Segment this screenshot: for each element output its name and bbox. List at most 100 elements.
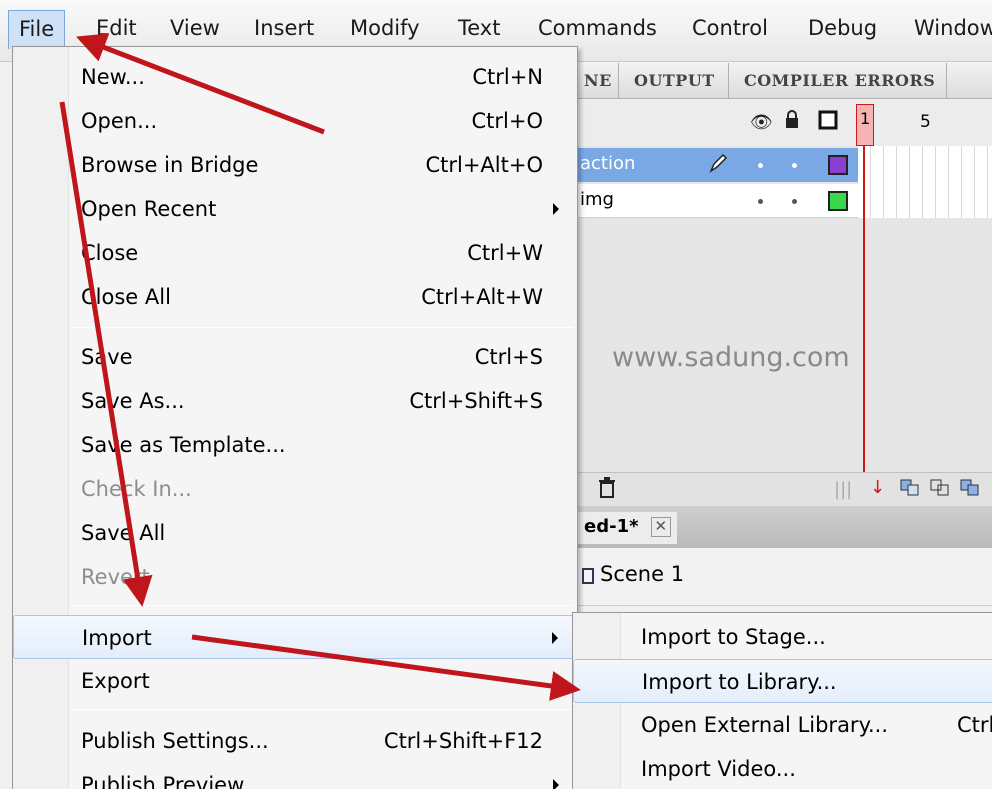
menu-item-import-to-library[interactable]: Import to Library... [573, 659, 992, 703]
menu-item-label: Open Recent [81, 197, 217, 221]
menu-item-label: Save As... [81, 389, 185, 413]
menu-item-close-all[interactable]: Close All Ctrl+Alt+W [13, 275, 577, 319]
tab-divider [946, 63, 947, 99]
tab-divider [618, 63, 619, 99]
menu-window[interactable]: Window [914, 16, 992, 40]
frame-grid[interactable] [858, 146, 992, 218]
onion-skin-icon[interactable] [900, 479, 920, 502]
menu-item-label: Save All [81, 521, 166, 545]
menu-item-save-as-template[interactable]: Save as Template... [13, 423, 577, 467]
menu-item-label: Browse in Bridge [81, 153, 259, 177]
menu-item-label: Close [81, 241, 139, 265]
close-icon[interactable]: ✕ [650, 517, 671, 537]
menu-item-label: Open External Library... [641, 713, 889, 737]
submenu-arrow-icon [553, 203, 559, 215]
menu-file[interactable]: File [8, 10, 66, 49]
tab-timeline[interactable]: NE [584, 71, 612, 90]
menu-item-import[interactable]: Import [13, 615, 577, 659]
menu-item-import-video[interactable]: Import Video... [573, 747, 992, 789]
layer-row-action[interactable]: action [578, 148, 858, 182]
frame-number: 5 [920, 112, 931, 132]
menu-item-shortcut: Ctrl+W [467, 241, 543, 265]
menu-item-close[interactable]: Close Ctrl+W [13, 231, 577, 275]
layer-row-img[interactable]: img [578, 184, 858, 218]
menu-item-save-as[interactable]: Save As... Ctrl+Shift+S [13, 379, 577, 423]
onion-outline-icon[interactable] [930, 479, 950, 502]
menu-modify[interactable]: Modify [350, 16, 420, 40]
pencil-icon [708, 152, 728, 179]
layer-name: img [580, 189, 614, 210]
center-frame-icon[interactable]: ↓ [870, 477, 885, 498]
menu-item-shortcut: Ctrl+Shift+S [409, 389, 543, 413]
outline-icon[interactable] [818, 110, 838, 135]
menu-item-check-in: Check In... [13, 467, 577, 511]
menu-item-export[interactable]: Export [13, 659, 577, 703]
scene-icon [582, 568, 594, 584]
watermark: www.sadung.com [612, 342, 850, 373]
file-menu: New... Ctrl+N Open... Ctrl+O Browse in B… [12, 46, 578, 789]
menu-item-label: Check In... [81, 477, 192, 501]
scroll-handle-icon[interactable]: ||| [834, 479, 852, 500]
menu-separator [73, 605, 573, 606]
menu-item-shortcut: Ctrl+O [471, 109, 544, 133]
menu-item-save[interactable]: Save Ctrl+S [13, 335, 577, 379]
menu-item-label: Import to Stage... [641, 625, 826, 649]
menu-item-open-external-library[interactable]: Open External Library... Ctrl [573, 703, 992, 747]
menu-item-label: Import to Library... [642, 670, 837, 694]
submenu-arrow-icon [553, 675, 559, 687]
tab-output[interactable]: OUTPUT [634, 71, 715, 90]
menu-item-label: New... [81, 65, 145, 89]
menu-commands[interactable]: Commands [538, 16, 657, 40]
eye-icon[interactable]: 👁 [750, 112, 773, 133]
current-frame: 1 [860, 109, 871, 128]
scene-bar: Scene 1 [578, 548, 992, 606]
edit-multiple-frames-icon[interactable] [960, 479, 980, 502]
lock-dot[interactable] [792, 163, 797, 168]
menu-item-open-recent[interactable]: Open Recent [13, 187, 577, 231]
menu-text[interactable]: Text [458, 16, 500, 40]
menu-item-new[interactable]: New... Ctrl+N [13, 55, 577, 99]
lock-icon[interactable] [784, 110, 800, 135]
submenu-arrow-icon [553, 779, 559, 789]
menu-control[interactable]: Control [692, 16, 768, 40]
menu-item-shortcut: Ctrl+Alt+W [421, 285, 543, 309]
tab-compiler-errors[interactable]: COMPILER ERRORS [744, 71, 935, 90]
lock-dot[interactable] [792, 199, 797, 204]
tab-divider [728, 63, 729, 99]
menu-view[interactable]: View [170, 16, 220, 40]
layer-name: action [580, 153, 636, 174]
trash-icon[interactable] [598, 477, 616, 504]
menu-item-revert: Revert [13, 555, 577, 599]
menu-item-import-to-stage[interactable]: Import to Stage... [573, 615, 992, 659]
panel-tabbar: NE OUTPUT COMPILER ERRORS [578, 63, 992, 99]
menu-item-label: Export [81, 669, 150, 693]
playhead-line [863, 104, 865, 476]
menu-item-label: Import [82, 626, 152, 650]
menu-edit[interactable]: Edit [96, 16, 137, 40]
menu-item-publish-preview[interactable]: Publish Preview [13, 763, 577, 789]
scene-label[interactable]: Scene 1 [600, 562, 684, 586]
menu-item-label: Revert [81, 565, 150, 589]
menu-item-label: Import Video... [641, 757, 796, 781]
menu-item-open[interactable]: Open... Ctrl+O [13, 99, 577, 143]
menu-item-shortcut: Ctrl+Alt+O [425, 153, 543, 177]
layer-color-swatch[interactable] [828, 155, 848, 175]
visibility-dot[interactable] [758, 163, 763, 168]
menu-item-label: Open... [81, 109, 158, 133]
menu-insert[interactable]: Insert [254, 16, 314, 40]
layer-color-swatch[interactable] [828, 191, 848, 211]
playhead[interactable]: 1 [856, 104, 874, 146]
submenu-arrow-icon [552, 632, 558, 644]
visibility-dot[interactable] [758, 199, 763, 204]
menu-item-shortcut: Ctrl+N [472, 65, 543, 89]
import-submenu: Import to Stage... Import to Library... … [572, 612, 992, 789]
menu-item-publish-settings[interactable]: Publish Settings... Ctrl+Shift+F12 [13, 719, 577, 763]
menu-item-label: Save [81, 345, 133, 369]
menu-item-browse-in-bridge[interactable]: Browse in Bridge Ctrl+Alt+O [13, 143, 577, 187]
menu-item-save-all[interactable]: Save All [13, 511, 577, 555]
menu-debug[interactable]: Debug [808, 16, 877, 40]
menu-separator [73, 709, 573, 710]
menu-item-label: Publish Preview [81, 773, 245, 789]
menu-item-label: Publish Settings... [81, 729, 269, 753]
document-tab[interactable]: ed-1* ✕ [578, 512, 677, 544]
